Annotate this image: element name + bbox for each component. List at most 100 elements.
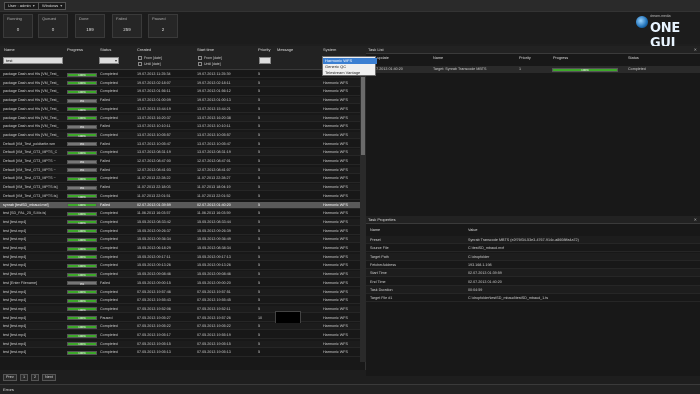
table-row[interactable]: Default [VM_Test_GT3_MPTS_C 100% Completed… xyxy=(0,149,360,157)
progress-bar: 100% xyxy=(67,72,97,77)
property-row[interactable]: Preset Synrab Transcode MBTS (e2f76f34-53… xyxy=(366,236,700,244)
page-2-button[interactable]: 2 xyxy=(31,374,40,381)
system-filter-popup[interactable]: Harmonic WFS Generic QC Telestream Vanta… xyxy=(322,56,377,76)
table-row[interactable]: test [test.mp4] 100% Completed 15.05.2013 0… xyxy=(0,218,360,227)
created-from-filter[interactable]: From [date] xyxy=(138,56,162,61)
page-1-button[interactable]: 1 xyxy=(20,374,29,381)
table-row[interactable]: test [test.mp4] 100% Completed 07.05.2013 1… xyxy=(0,297,360,305)
progress-text: 100% xyxy=(78,272,86,277)
table-row[interactable]: Default [VM_Test_GT3_MPTS ~ 0% Failed 12.07… xyxy=(0,166,360,174)
job-priority: 5 xyxy=(258,115,261,120)
table-row[interactable]: test [SD_PAL_25_S.Mx.ts] 100% Completed 11.… xyxy=(0,210,360,218)
col-progress[interactable]: Progress xyxy=(553,56,568,60)
property-row[interactable]: Target File #1 C:\dropfolder\testSD_mbaud… xyxy=(366,294,700,303)
stat-paused[interactable]: Paused 2 xyxy=(148,14,178,38)
table-row[interactable]: package Dash and Hls [VM_Test_ 0% Failed 19… xyxy=(0,97,360,105)
table-row[interactable]: test [test.mp4] 100% Completed 15.05.2013 0… xyxy=(0,262,360,270)
table-row[interactable]: test [Enter Filename] 0% Failed 15.05.2013 … xyxy=(0,280,360,287)
table-row[interactable]: test [test.mp4] 100% Paused 07.05.2013 19:0… xyxy=(0,310,360,326)
col-start[interactable]: Start time xyxy=(197,47,214,52)
property-row[interactable]: FetcherAddress 193.168.1.198 xyxy=(366,261,700,269)
table-row[interactable]: test [test.mp4] 100% Completed 15.05.2013 0… xyxy=(0,228,360,235)
errors-bar[interactable]: Errors xyxy=(0,384,700,394)
table-row[interactable]: Default [VM_Test_poldtartie.wm 0% Failed 13… xyxy=(0,141,360,148)
col-status[interactable]: Status xyxy=(628,56,639,60)
start-from-filter[interactable]: From [date] xyxy=(198,56,222,61)
next-page-button[interactable]: Next xyxy=(42,374,56,381)
table-row[interactable]: Default [VM_Test_GT3_MPTS.ts] 0% Failed 11.… xyxy=(0,184,360,192)
job-system: Harmonic WFS xyxy=(323,124,348,129)
job-priority: 5 xyxy=(258,254,261,259)
stat-running[interactable]: Running 0 xyxy=(3,14,33,38)
task-row[interactable]: 02.07.2013 01:40:20 Target: Synrab Trans… xyxy=(366,66,700,73)
table-row[interactable]: package Dash and Hls [VM_Test_ 100% Comple… xyxy=(0,71,360,79)
table-row[interactable]: synrab [testSD_mbaud.mxf] 100% Failed 02.07… xyxy=(0,201,360,209)
table-row[interactable]: package Dash and Hls [VM_Test_ 100% Comple… xyxy=(0,79,360,87)
col-system[interactable]: System xyxy=(323,47,336,52)
close-icon[interactable]: ✕ xyxy=(694,46,697,54)
table-row[interactable]: test [test.mp4] 100% Completed 07.05.2013 1… xyxy=(0,305,360,314)
status-filter-select[interactable]: ▾ xyxy=(99,57,119,64)
job-system: Harmonic WFS xyxy=(323,211,348,216)
job-start: 15.05.2013 08:38:34 xyxy=(197,246,231,250)
job-system: Harmonic WFS xyxy=(323,167,348,172)
table-row[interactable]: package Dash and Hls [VM_Test_ 0% Failed 13… xyxy=(0,123,360,131)
table-row[interactable]: test [test.mp4] 100% Completed 07.05.2013 1… xyxy=(0,323,360,331)
stat-failed[interactable]: Failed 259 xyxy=(112,14,142,38)
system-option[interactable]: Telestream Vantage xyxy=(323,70,377,76)
stat-queued[interactable]: Queued 0 xyxy=(38,14,68,38)
progress-text: 100% xyxy=(78,264,86,269)
created-until-filter[interactable]: Until [date] xyxy=(138,62,161,67)
name-filter-input[interactable]: test xyxy=(3,57,63,64)
col-created[interactable]: Created xyxy=(137,47,151,52)
table-row[interactable]: test [test.mp4] 100% Completed 15.05.2013 0… xyxy=(0,253,360,261)
user-dropdown[interactable]: User : admin ▾ xyxy=(4,2,39,10)
job-priority: 5 xyxy=(258,298,261,303)
col-prop-name[interactable]: Name xyxy=(370,228,380,232)
priority-filter-select[interactable] xyxy=(259,57,271,64)
job-start: 12.07.2013 08:47:01 xyxy=(197,159,231,163)
col-priority[interactable]: Priority xyxy=(258,47,270,52)
stat-done[interactable]: Done 199 xyxy=(75,14,105,38)
table-row[interactable]: Default [VM_Test_GT3_MPTS ~ 0% Failed 12.07… xyxy=(0,158,360,166)
table-row[interactable]: test [test.mp4] 100% Completed 15.05.2013 0… xyxy=(0,245,360,253)
col-message[interactable]: Message xyxy=(277,47,293,52)
prev-page-button[interactable]: Prev xyxy=(3,374,17,381)
property-row[interactable]: Task Duration 00:04:59 xyxy=(366,285,700,294)
job-created: 07.05.2013 19:05:15 xyxy=(137,341,171,346)
job-status: Completed xyxy=(100,211,118,216)
system-option[interactable]: Harmonic WFS xyxy=(323,58,377,64)
table-row[interactable]: test [test.mp4] 100% Completed 07.05.2013 1… xyxy=(0,340,360,348)
table-row[interactable]: Default [VM_Test_GT3_MPTS.ts] 100% Complet… xyxy=(0,193,360,200)
property-row[interactable]: Source File C:\testSD_mbaud.mxf xyxy=(366,244,700,253)
scrollbar-thumb[interactable] xyxy=(361,77,365,155)
property-row[interactable]: End Time 02.07.2013 01:40:20 xyxy=(366,278,700,286)
job-status: Paused xyxy=(100,315,113,320)
calendar-icon xyxy=(138,56,142,61)
close-icon[interactable]: ✕ xyxy=(694,216,697,224)
col-progress[interactable]: Progress xyxy=(67,47,83,52)
table-row[interactable]: Default [VM_Test_GT3_MPTS ~ 100% Completed… xyxy=(0,175,360,183)
table-row[interactable]: test [test.mp4] 100% Completed 07.05.2013 1… xyxy=(0,332,360,340)
col-name[interactable]: Name xyxy=(433,56,443,60)
table-row[interactable]: test [test.mp4] 100% Completed 15.05.2013 0… xyxy=(0,271,360,279)
table-row[interactable]: test [test.mp4] 100% Completed 15.05.2013 0… xyxy=(0,236,360,244)
col-prop-value[interactable]: Value xyxy=(468,228,477,232)
table-row[interactable]: package Dash and Hls [VM_Test_ 100% Comple… xyxy=(0,88,360,96)
table-row[interactable]: test [test.mp4] 100% Completed 07.05.2013 1… xyxy=(0,349,360,357)
job-start: 07.05.2013 19:05:13 xyxy=(197,350,231,355)
table-row[interactable]: package Dash and Hls [VM_Test_ 100% Comple… xyxy=(0,131,360,140)
col-priority[interactable]: Priority xyxy=(519,56,531,60)
system-option[interactable]: Generic QC xyxy=(323,64,377,70)
table-row[interactable]: package Dash and Hls [VM_Test_ 100% Comple… xyxy=(0,106,360,113)
windows-dropdown[interactable]: Windows ▾ xyxy=(38,2,67,10)
progress-text: 0% xyxy=(79,142,85,147)
col-status[interactable]: Status xyxy=(100,47,111,52)
table-row[interactable]: package Dash and Hls [VM_Test_ 100% Comple… xyxy=(0,114,360,122)
start-until-filter[interactable]: Until [date] xyxy=(198,62,221,67)
job-name: test [test.mp4] xyxy=(3,219,27,224)
property-row[interactable]: Target Path C:\dropfolder xyxy=(366,252,700,261)
table-row[interactable]: test [test.mp4] 100% Completed 07.05.2013 1… xyxy=(0,288,360,296)
col-name[interactable]: Name xyxy=(4,47,15,52)
property-row[interactable]: Start Time 02.07.2013 01:39:59 xyxy=(366,269,700,278)
